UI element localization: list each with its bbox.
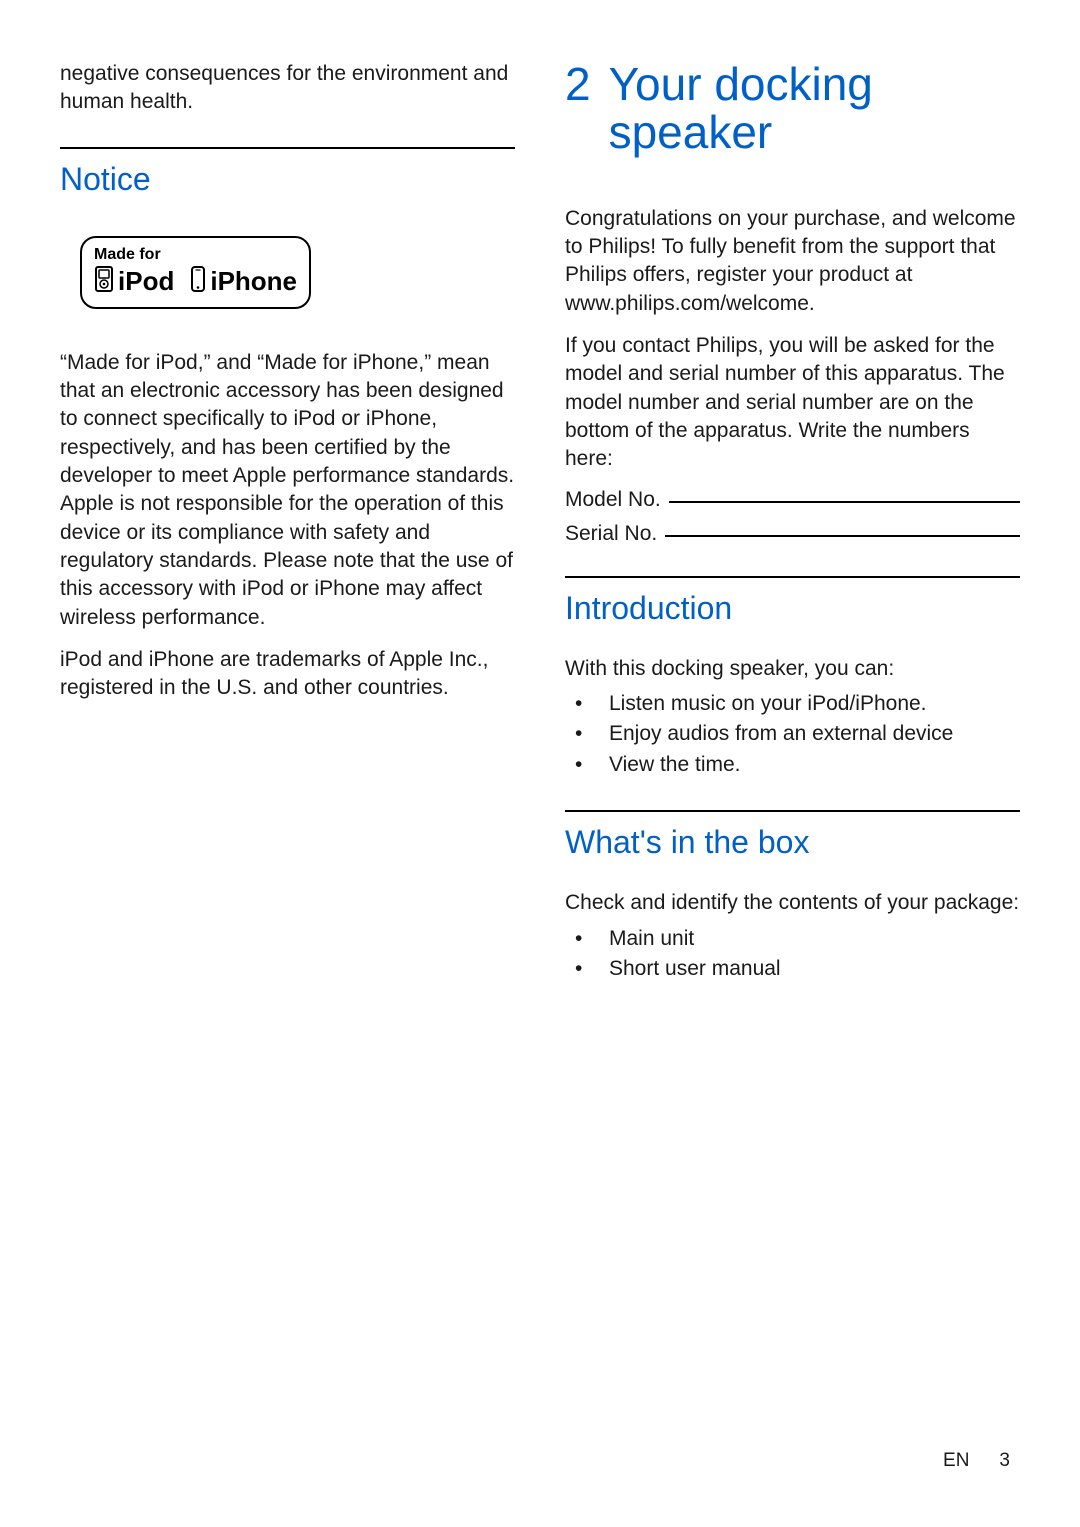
chapter-heading: 2 Your docking speaker	[565, 60, 1020, 157]
iphone-device-icon	[190, 266, 206, 297]
model-number-blank[interactable]	[669, 501, 1020, 503]
intro-bullets: Listen music on your iPod/iPhone.Enjoy a…	[565, 689, 1020, 780]
serial-number-label: Serial No.	[565, 522, 657, 546]
intro-lead: With this docking speaker, you can:	[565, 655, 1020, 683]
footer-language: EN	[943, 1450, 969, 1472]
made-for-ipod-iphone-badge: Made for iPod	[80, 236, 311, 309]
contact-paragraph: If you contact Philips, you will be aske…	[565, 332, 1020, 474]
mfi-made-for-label: Made for	[94, 246, 297, 264]
mfi-paragraph: “Made for iPod,” and “Made for iPhone,” …	[60, 349, 515, 632]
footer-page-number: 3	[999, 1450, 1010, 1472]
list-item: Enjoy audios from an external device	[565, 719, 1020, 749]
intro-fragment: negative consequences for the environmen…	[60, 60, 515, 117]
left-column: negative consequences for the environmen…	[60, 60, 515, 1477]
introduction-heading: Introduction	[565, 590, 1020, 627]
rule	[565, 576, 1020, 578]
mfi-iphone-label: iPhone	[210, 266, 297, 297]
page-footer: EN 3	[943, 1450, 1010, 1472]
list-item: View the time.	[565, 750, 1020, 780]
serial-number-line: Serial No.	[565, 522, 1020, 546]
chapter-title: Your docking speaker	[609, 60, 1020, 157]
model-number-label: Model No.	[565, 488, 661, 512]
mfi-ipod-label: iPod	[118, 266, 174, 297]
chapter-number: 2	[565, 60, 591, 108]
rule	[60, 147, 515, 149]
list-item: Main unit	[565, 924, 1020, 954]
rule	[565, 810, 1020, 812]
whats-in-the-box-heading: What's in the box	[565, 824, 1020, 861]
congrats-paragraph: Congratulations on your purchase, and we…	[565, 205, 1020, 318]
serial-number-blank[interactable]	[665, 535, 1020, 537]
list-item: Listen music on your iPod/iPhone.	[565, 689, 1020, 719]
ipod-device-icon	[94, 266, 114, 297]
box-lead: Check and identify the contents of your …	[565, 889, 1020, 917]
notice-heading: Notice	[60, 161, 515, 198]
right-column: 2 Your docking speaker Congratulations o…	[565, 60, 1020, 1477]
list-item: Short user manual	[565, 954, 1020, 984]
trademark-paragraph: iPod and iPhone are trademarks of Apple …	[60, 646, 515, 703]
model-number-line: Model No.	[565, 488, 1020, 512]
box-bullets: Main unitShort user manual	[565, 924, 1020, 985]
